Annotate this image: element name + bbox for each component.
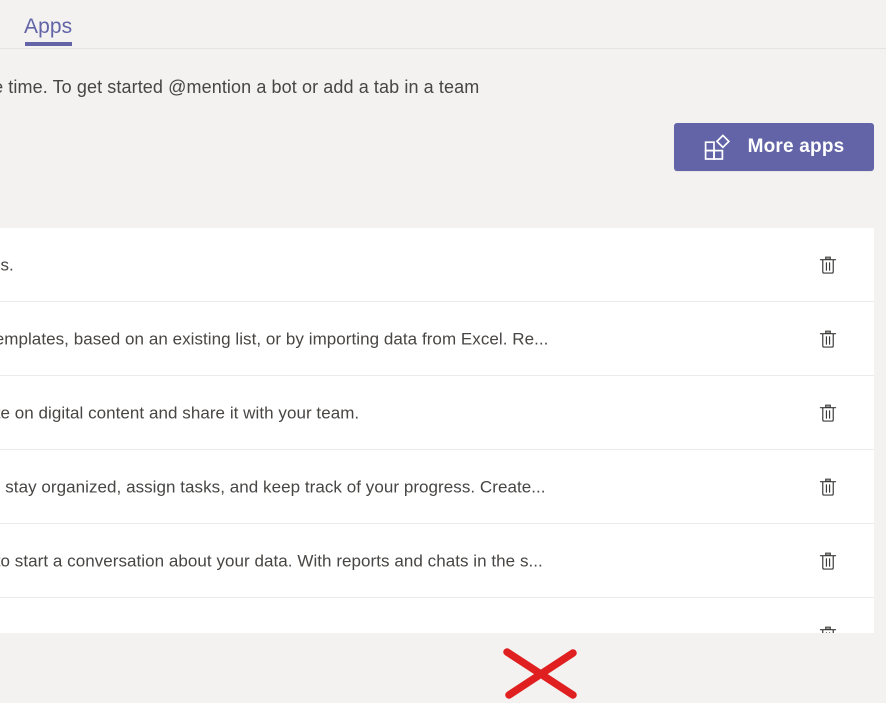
footer-band: Create an outgoing webhook bbox=[0, 633, 886, 703]
table-row[interactable]: kes it easy for your team to stay organi… bbox=[0, 450, 874, 524]
table-row[interactable]: BI reports to your channel to start a co… bbox=[0, 524, 874, 598]
trash-icon[interactable] bbox=[812, 619, 844, 633]
intro-band: mmunicate at the same time. To get start… bbox=[0, 49, 886, 221]
app-description: BI reports to your channel to start a co… bbox=[0, 551, 543, 570]
trash-icon[interactable] bbox=[812, 397, 844, 429]
intro-description: mmunicate at the same time. To get start… bbox=[0, 77, 480, 97]
tab-apps[interactable]: Apps bbox=[24, 14, 72, 49]
tab-strip: Apps bbox=[0, 0, 886, 49]
app-description: kes it easy for your team to stay organi… bbox=[0, 477, 546, 496]
trash-icon[interactable] bbox=[812, 471, 844, 503]
table-row[interactable] bbox=[0, 598, 874, 633]
apps-grid-icon bbox=[704, 134, 730, 160]
trash-icon[interactable] bbox=[812, 323, 844, 355]
app-description: e surveys, quizzes and polls. bbox=[0, 255, 14, 274]
app-description: ew list from scratch, from templates, ba… bbox=[0, 329, 549, 348]
more-apps-button[interactable]: More apps bbox=[674, 123, 874, 171]
tab-apps-label: Apps bbox=[24, 15, 73, 38]
app-description: ote notebooks to collaborate on digital … bbox=[0, 403, 360, 422]
more-apps-button-label: More apps bbox=[747, 136, 845, 157]
trash-icon[interactable] bbox=[812, 249, 844, 281]
table-row[interactable]: e surveys, quizzes and polls. bbox=[0, 228, 874, 302]
apps-list-panel: e surveys, quizzes and polls. ew list fr… bbox=[0, 228, 874, 633]
table-row[interactable]: ote notebooks to collaborate on digital … bbox=[0, 376, 874, 450]
table-row[interactable]: ew list from scratch, from templates, ba… bbox=[0, 302, 874, 376]
trash-icon[interactable] bbox=[812, 545, 844, 577]
app-screen: Apps mmunicate at the same time. To get … bbox=[0, 0, 886, 703]
tab-active-indicator bbox=[25, 42, 72, 46]
